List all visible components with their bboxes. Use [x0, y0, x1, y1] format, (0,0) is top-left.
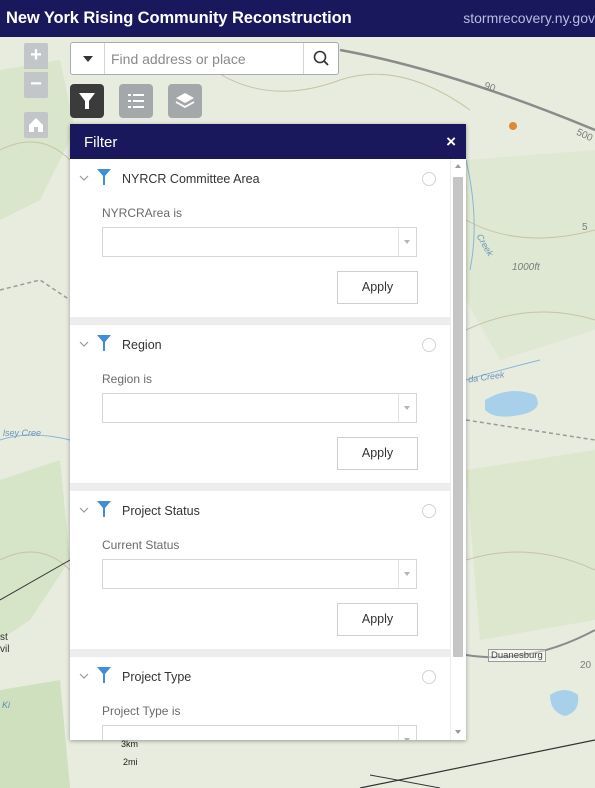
filter-value-select[interactable] [102, 559, 417, 589]
scale-mi-label: 2mi [123, 757, 138, 767]
search-icon [313, 50, 329, 66]
scroll-up-icon[interactable] [455, 164, 461, 168]
search-source-dropdown[interactable] [71, 43, 105, 74]
select-arrow-icon[interactable] [398, 228, 416, 256]
map-label-town: vil [0, 644, 10, 655]
filter-toggle-radio[interactable] [422, 670, 436, 684]
filter-section-title: NYRCR Committee Area [122, 172, 260, 186]
filter-expression-label: Region is [102, 372, 153, 386]
zoom-in-button[interactable]: + [24, 43, 48, 69]
apply-button[interactable]: Apply [337, 271, 418, 304]
panel-title: Filter [84, 134, 118, 151]
filter-panel: Filter × NYRCR Committee Area NYRCRArea … [70, 124, 466, 740]
filter-panel-body: NYRCR Committee Area NYRCRArea is Apply … [70, 159, 466, 740]
map-label-town: st [0, 632, 8, 643]
app-header: New York Rising Community Reconstruction… [0, 0, 595, 37]
layers-tool-button[interactable] [168, 84, 202, 118]
funnel-icon [97, 169, 111, 185]
apply-button[interactable]: Apply [337, 603, 418, 636]
search-input[interactable] [111, 43, 301, 74]
funnel-icon [79, 93, 95, 109]
filter-toggle-radio[interactable] [422, 338, 436, 352]
filter-section-project-status: Project Status Current Status Apply [70, 491, 450, 649]
filter-value-select[interactable] [102, 725, 417, 740]
scale-km-label: 3km [121, 739, 139, 749]
panel-scrollbar[interactable] [451, 159, 466, 740]
filter-expression-label: Project Type is [102, 704, 181, 718]
filter-value-select[interactable] [102, 227, 417, 257]
app-title: New York Rising Community Reconstruction [6, 9, 352, 27]
map-label-road: 20 [580, 660, 592, 671]
map-label-creek: lsey Cree [3, 428, 42, 438]
filter-toggle-radio[interactable] [422, 504, 436, 518]
app-link[interactable]: stormrecovery.ny.gov [463, 10, 595, 26]
filter-section-nyrcr-area: NYRCR Committee Area NYRCRArea is Apply [70, 159, 450, 317]
filter-expression-label: Current Status [102, 538, 180, 552]
select-arrow-icon[interactable] [398, 726, 416, 740]
chevron-down-icon[interactable] [79, 174, 89, 182]
scrollbar-thumb[interactable] [453, 177, 463, 657]
scroll-down-icon[interactable] [455, 730, 461, 734]
filter-tool-button[interactable] [70, 84, 104, 118]
filter-section-project-type: Project Type Project Type is [70, 657, 450, 740]
close-button[interactable]: × [446, 132, 456, 152]
funnel-icon [97, 667, 111, 683]
apply-button[interactable]: Apply [337, 437, 418, 470]
funnel-icon [97, 335, 111, 351]
filter-value-select[interactable] [102, 393, 417, 423]
chevron-down-icon[interactable] [79, 506, 89, 514]
list-icon [128, 94, 144, 108]
chevron-down-icon[interactable] [79, 340, 89, 348]
filter-panel-header: Filter × [70, 124, 466, 159]
search-button[interactable] [303, 43, 338, 74]
chevron-down-icon[interactable] [79, 672, 89, 680]
home-button[interactable] [24, 112, 48, 138]
zoom-out-button[interactable]: − [24, 72, 48, 98]
map-label-duanesburg: Duanesburg [488, 649, 546, 662]
filter-toggle-radio[interactable] [422, 172, 436, 186]
filter-expression-label: NYRCRArea is [102, 206, 183, 220]
filter-section-title: Project Status [122, 504, 200, 518]
filter-section-title: Project Type [122, 670, 192, 684]
search-box [70, 42, 339, 75]
home-icon [29, 118, 43, 132]
map-label-contour: 1000ft [512, 262, 540, 273]
funnel-icon [97, 501, 111, 517]
map-label-road: 5 [582, 222, 588, 233]
caret-down-icon [83, 56, 93, 62]
filter-section-title: Region [122, 338, 162, 352]
select-arrow-icon[interactable] [398, 560, 416, 588]
legend-tool-button[interactable] [119, 84, 153, 118]
select-arrow-icon[interactable] [398, 394, 416, 422]
map-label-place: Ki [2, 700, 11, 710]
layers-icon [175, 93, 195, 109]
filter-section-region: Region Region is Apply [70, 325, 450, 483]
